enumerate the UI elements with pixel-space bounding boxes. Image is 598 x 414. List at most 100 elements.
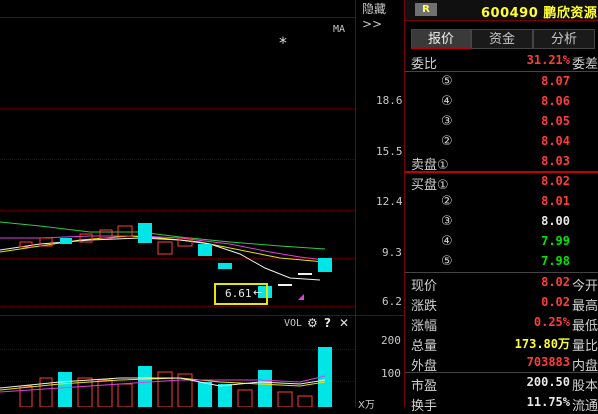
ma-line-yellow: [0, 235, 326, 263]
sell-row[interactable]: ② 8.04: [405, 132, 598, 152]
buy-row[interactable]: ⑤ 7.98: [405, 252, 598, 272]
buy-row[interactable]: ② 8.01: [405, 192, 598, 212]
vol-ma-yellow: [0, 377, 326, 391]
weibi-value: 31.21%: [526, 53, 570, 67]
stat-value: 0.02: [541, 295, 570, 309]
stat-value: 703883: [526, 355, 570, 369]
vol-tick: 200: [381, 334, 401, 347]
stat-label: 涨跌: [411, 299, 438, 314]
buy-level: ④: [441, 234, 453, 249]
sell-row[interactable]: ③ 8.05: [405, 112, 598, 132]
candle: [318, 258, 332, 272]
volume-bar: [297, 395, 313, 407]
buy-row[interactable]: ④ 7.99: [405, 232, 598, 252]
stat-right-label: 最高: [571, 299, 598, 314]
quote-tabs: 报价 资金 分析: [405, 29, 598, 49]
buy-level: 买盘①: [411, 178, 449, 193]
stat-label: 总量: [411, 339, 438, 354]
volume-bar: [237, 389, 253, 407]
weibi-label: 委比: [411, 57, 438, 72]
volume-label: VOL: [284, 318, 303, 329]
quote-header: R 600490 鹏欣资源: [405, 0, 598, 21]
sell-row[interactable]: ⑤ 8.07: [405, 72, 598, 92]
price-chart-svg: [0, 221, 332, 407]
hide-panel-button[interactable]: 隐藏>>: [362, 0, 405, 31]
volume-bar: [39, 377, 53, 407]
volume-bar: [218, 384, 232, 407]
stat-row: 涨跌 0.02 最高: [405, 293, 598, 314]
stat-row: 现价 8.02 今开: [405, 273, 598, 294]
volume-bar: [277, 391, 293, 407]
tab-quote[interactable]: 报价: [411, 29, 471, 49]
buy-price: 8.01: [541, 194, 570, 208]
vol-tick: 100: [381, 367, 401, 380]
y-tick: 15.5: [376, 145, 403, 158]
buy-price: 8.02: [541, 174, 570, 188]
quote-panel: R 600490 鹏欣资源 报价 资金 分析 委比 31.21% 委差 ⑤ 8.…: [405, 0, 598, 414]
kline-chart[interactable]: 隐藏>> MA * 18.6 15.5 12.4 9.3 6.2 6.61 ← …: [0, 0, 405, 411]
sell-row[interactable]: ④ 8.06: [405, 92, 598, 112]
marker-triangle: [298, 294, 304, 300]
stat-right-label: 流通: [571, 399, 598, 414]
sell-row[interactable]: 卖盘① 8.03: [405, 152, 598, 173]
volume-bar: [157, 371, 173, 407]
candle: [298, 273, 312, 275]
candle: [60, 238, 72, 244]
chart-axis-divider: [355, 0, 356, 407]
stat-value: 0.25%: [533, 315, 570, 329]
buy-price: 8.00: [541, 214, 570, 228]
y-tick: 18.6: [376, 94, 403, 107]
buy-price: 7.98: [541, 254, 570, 268]
buy-level: ③: [441, 214, 453, 229]
arrow-glyph: ←: [253, 286, 263, 299]
sell-level: ②: [441, 134, 453, 149]
candle: [278, 284, 292, 286]
stat-right-label: 最低: [571, 319, 598, 334]
volume-bar: [138, 366, 152, 407]
buy-level: ②: [441, 194, 453, 209]
sell-level: ④: [441, 94, 453, 109]
stat-value: 173.80万: [514, 337, 570, 351]
stock-name: 鹏欣资源: [543, 6, 598, 21]
help-icon[interactable]: ?: [324, 316, 331, 330]
volume-bar: [58, 372, 72, 407]
stat-label: 换手: [411, 399, 438, 414]
buy-row[interactable]: 买盘① 8.02: [405, 172, 598, 193]
volume-unit: X万: [358, 400, 375, 411]
sell-level: ③: [441, 114, 453, 129]
sell-price: 8.05: [541, 114, 570, 128]
stat-label: 涨幅: [411, 319, 438, 334]
buy-level: ⑤: [441, 254, 453, 269]
volume-bar: [97, 379, 113, 407]
low-price-label: 6.61: [225, 287, 252, 300]
candle: [99, 229, 113, 239]
stat-row: 市盈 200.50 股本: [405, 373, 598, 394]
stat-value: 8.02: [541, 275, 570, 289]
stat-right-label: 量比: [571, 339, 598, 354]
sell-price: 8.03: [541, 154, 570, 168]
stat-right-label: 股本: [571, 379, 598, 394]
y-tick: 6.2: [382, 295, 402, 308]
stat-value: 200.50: [526, 375, 570, 389]
buy-row[interactable]: ③ 8.00: [405, 212, 598, 232]
tab-funds[interactable]: 资金: [471, 29, 533, 49]
candle: [117, 225, 133, 237]
weibi-row: 委比 31.21% 委差: [405, 51, 598, 72]
vol-ma-white: [0, 377, 326, 389]
stat-right-label: 今开: [571, 279, 598, 294]
stock-code: 600490: [481, 6, 539, 21]
sell-price: 8.06: [541, 94, 570, 108]
sell-level: ⑤: [441, 74, 453, 89]
candle: [157, 241, 173, 255]
stat-row: 外盘 703883 内盘: [405, 353, 598, 374]
y-tick: 9.3: [382, 246, 402, 259]
weicha-label: 委差: [571, 57, 598, 72]
stat-row: 涨幅 0.25% 最低: [405, 313, 598, 334]
candle: [198, 244, 212, 256]
sell-price: 8.07: [541, 74, 570, 88]
r-badge[interactable]: R: [415, 3, 437, 16]
close-icon[interactable]: ✕: [339, 316, 349, 330]
stat-row: 换手 11.75% 流通: [405, 393, 598, 414]
gear-icon[interactable]: ⚙: [307, 316, 318, 330]
tab-analysis[interactable]: 分析: [533, 29, 595, 49]
